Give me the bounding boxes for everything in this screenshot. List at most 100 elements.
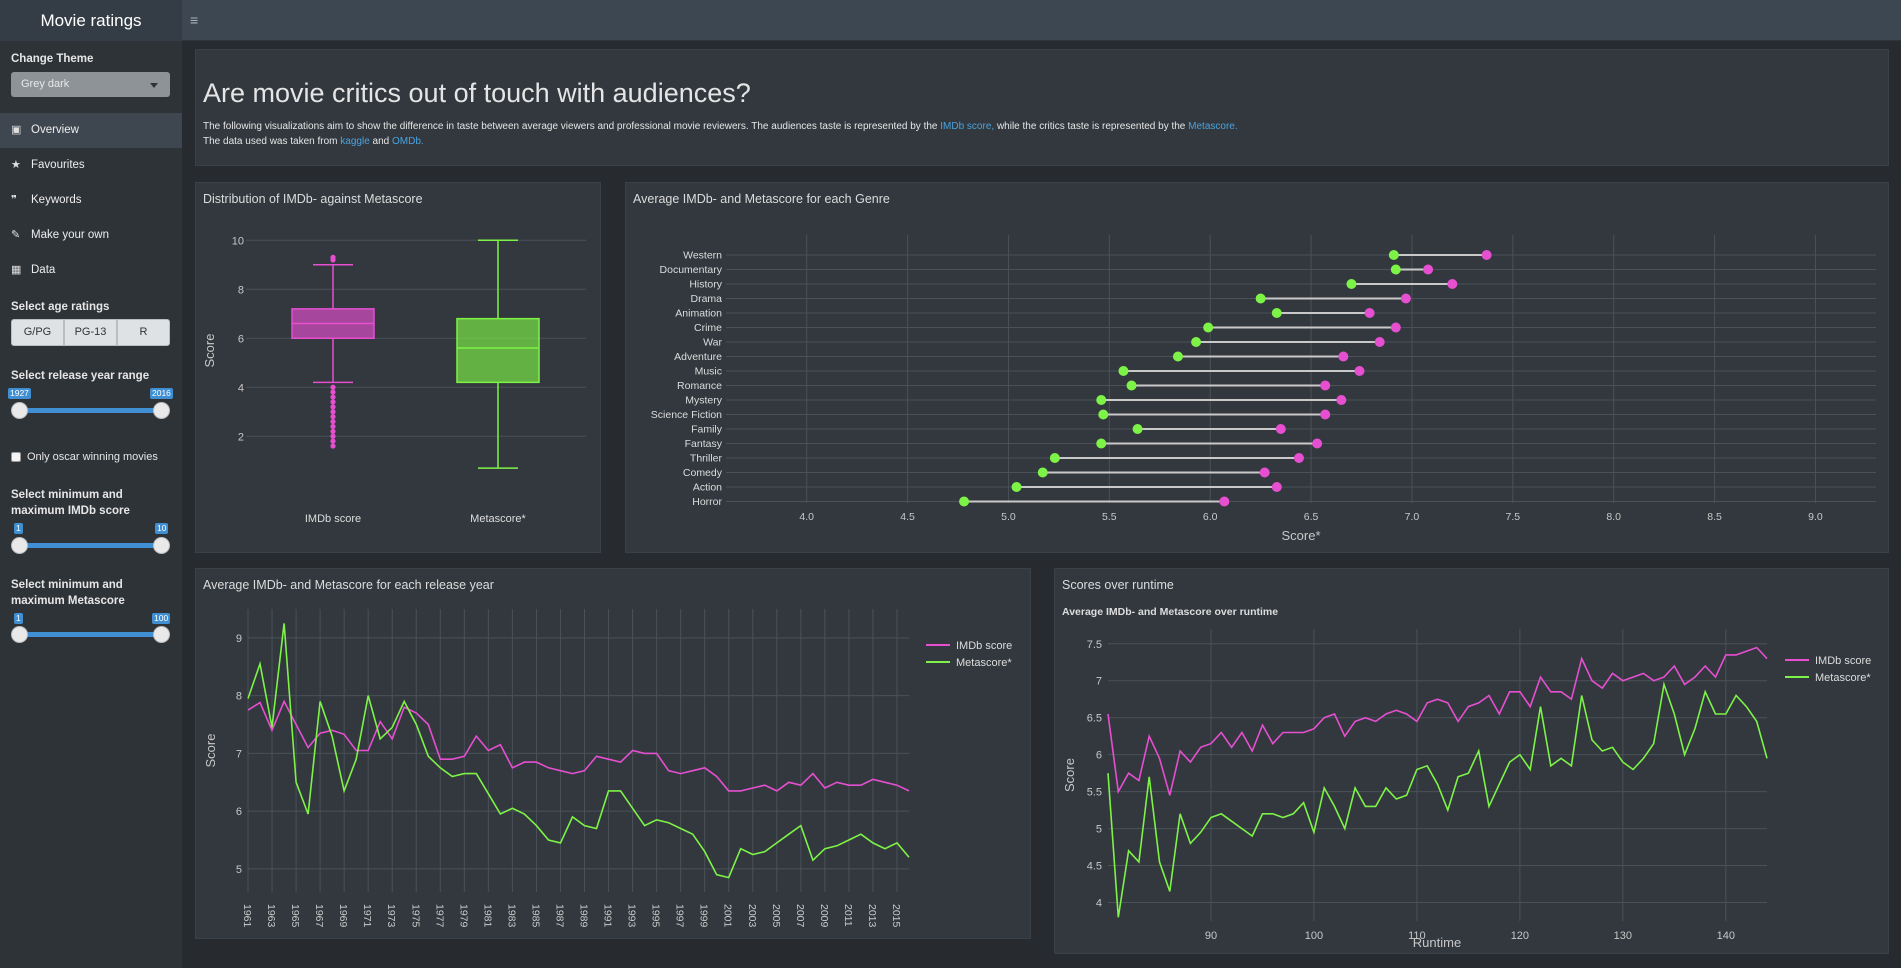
x-tick-label: 1991: [602, 904, 614, 928]
year-max-handle[interactable]: [153, 402, 170, 419]
runtime-subtitle: Average IMDb- and Metascore over runtime: [1062, 606, 1278, 618]
y-tick-label: 5: [1096, 824, 1102, 836]
imdb-point: [1390, 322, 1401, 333]
intro-text: while the critics taste is represented b…: [994, 121, 1189, 132]
year-range-track[interactable]: [19, 408, 161, 413]
age-button-r[interactable]: R: [117, 319, 170, 346]
x-tick-label: 9.0: [1808, 511, 1823, 523]
intro-text: and: [369, 136, 393, 147]
sidebar-item-label: Overview: [31, 124, 79, 136]
year-min-handle[interactable]: [11, 402, 28, 419]
top-navbar: Movie ratings ≡: [0, 0, 1901, 41]
runtime-chart: Average IMDb- and Metascore over runtime…: [1062, 606, 1871, 950]
imdb-point: [1312, 438, 1323, 449]
metascore-point: [1118, 366, 1129, 376]
age-button-pg13[interactable]: PG-13: [64, 319, 117, 346]
genre-label: Documentary: [660, 264, 723, 276]
star-icon: ★: [11, 159, 21, 171]
metascore-point: [1172, 351, 1183, 362]
meta-min-handle[interactable]: [11, 626, 28, 643]
genre-label: History: [689, 279, 722, 291]
genre-label: Action: [693, 482, 722, 494]
x-tick-label: 1989: [578, 904, 590, 928]
sidebar-item-make-your-own[interactable]: ✎ Make your own: [0, 218, 182, 253]
sidebar-item-keywords[interactable]: ❞ Keywords: [0, 183, 182, 218]
legend-label: IMDb score: [1815, 655, 1871, 667]
sidebar-item-data[interactable]: ▦ Data: [0, 253, 182, 288]
genre-label: Drama: [690, 293, 722, 305]
imdb-link[interactable]: IMDb score,: [940, 121, 994, 132]
meta-range-track[interactable]: [19, 632, 161, 637]
outlier-point: [330, 438, 336, 444]
genre-label: Science Fiction: [651, 409, 722, 421]
y-tick-label: 8: [238, 284, 244, 296]
intro-line-2: The data used was taken from kaggle and …: [203, 136, 424, 147]
x-tick-label: 1993: [626, 904, 638, 928]
age-ratings-label: Select age ratings: [11, 301, 110, 313]
genre-label: Adventure: [674, 351, 722, 363]
x-tick-label: 4.0: [799, 511, 814, 523]
metascore-point: [1011, 482, 1022, 492]
menu-toggle-icon[interactable]: ≡: [190, 12, 198, 28]
metascore-point: [1132, 424, 1143, 434]
sidebar-item-favourites[interactable]: ★ Favourites: [0, 148, 182, 183]
genre-label: Crime: [694, 322, 722, 334]
year-max-tag: 2016: [150, 388, 173, 399]
x-tick-label: 1987: [553, 904, 565, 928]
outlier-point: [330, 428, 336, 434]
x-tick-label: 1961: [241, 904, 253, 928]
x-tick-label: 1975: [409, 904, 421, 928]
runtime-panel: Scores over runtime Average IMDb- and Me…: [1054, 568, 1889, 954]
metascore-point: [1203, 322, 1214, 333]
sidebar-item-overview[interactable]: ▣ Overview: [0, 113, 182, 148]
metascore-point: [1271, 308, 1282, 318]
genre-label: Horror: [692, 496, 722, 508]
series-line: [247, 699, 910, 792]
imdb-range-label-1: Select minimum and: [11, 489, 123, 501]
x-tick-label: 2005: [770, 904, 782, 928]
x-tick-label: 2003: [746, 904, 758, 928]
x-tick-label: 6.5: [1304, 511, 1319, 523]
kaggle-link[interactable]: kaggle: [340, 136, 369, 147]
oscar-checkbox[interactable]: [11, 452, 21, 462]
sidebar-item-label: Make your own: [31, 229, 109, 241]
age-button-g-pg[interactable]: G/PG: [11, 319, 64, 346]
outlier-point: [330, 399, 336, 405]
imdb-range-track[interactable]: [19, 543, 161, 548]
genre-label: Thriller: [690, 453, 723, 465]
table-icon: ▦: [11, 264, 22, 276]
sidebar-item-label: Keywords: [31, 194, 82, 206]
series-line: [247, 623, 910, 879]
imdb-max-handle[interactable]: [153, 537, 170, 554]
x-tick-label: 1963: [265, 904, 277, 928]
meta-max-handle[interactable]: [153, 626, 170, 643]
imdb-point: [1423, 264, 1434, 275]
imdb-point: [1320, 409, 1331, 420]
x-tick-label: 1977: [433, 904, 445, 928]
y-axis-label: Score: [1062, 758, 1077, 792]
x-tick-label: 4.5: [900, 511, 915, 523]
y-tick-label: 6: [236, 806, 242, 818]
year-range-label: Select release year range: [11, 370, 150, 382]
y-tick-label: 5.5: [1087, 787, 1102, 799]
oscar-label: Only oscar winning movies: [27, 451, 158, 463]
y-tick-label: 6.5: [1087, 713, 1102, 725]
metascore-point: [1191, 337, 1202, 347]
metascore-point: [1346, 279, 1357, 289]
omdb-link[interactable]: OMDb.: [392, 136, 424, 147]
genre-label: Music: [695, 366, 722, 378]
x-tick-label: 5.5: [1102, 511, 1117, 523]
year-min-tag: 1927: [8, 388, 31, 399]
x-axis-label: Runtime: [1413, 935, 1461, 950]
metascore-point: [1098, 409, 1109, 420]
metascore-link[interactable]: Metascore.: [1188, 121, 1237, 132]
theme-select[interactable]: Grey dark: [11, 72, 170, 97]
y-tick-label: 4: [238, 382, 244, 394]
imdb-min-handle[interactable]: [11, 537, 28, 554]
y-axis-label: Score: [203, 734, 218, 768]
genre-label: Animation: [675, 308, 722, 320]
x-tick-label: 90: [1205, 930, 1217, 942]
app-title: Movie ratings: [0, 0, 182, 41]
x-tick-label: 1997: [674, 904, 686, 928]
y-tick-label: 7: [1096, 676, 1102, 688]
